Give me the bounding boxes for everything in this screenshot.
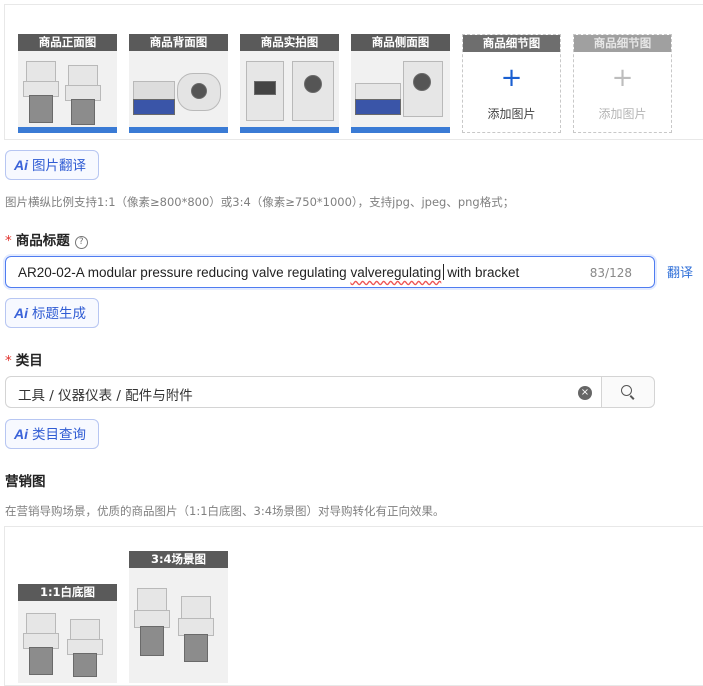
ai-title-generate-button[interactable]: Ai 标题生成 [5, 298, 99, 328]
ai-icon: Ai [14, 426, 28, 442]
image-slot-label: 1:1白底图 [18, 584, 117, 601]
ai-icon: Ai [14, 305, 28, 321]
ai-button-label: 标题生成 [32, 306, 86, 322]
product-photo [18, 51, 117, 133]
required-mark: * [5, 233, 12, 249]
image-slot-live[interactable]: 商品实拍图 [240, 34, 339, 133]
image-format-hint: 图片横纵比例支持1:1（像素≥800*800）或3:4（像素≥750*1000）… [5, 195, 515, 209]
title-input[interactable]: AR20-02-A modular pressure reducing valv… [5, 256, 655, 288]
image-slot-label: 商品背面图 [129, 34, 228, 51]
image-slot-label: 商品细节图 [463, 35, 560, 52]
image-slot-side[interactable]: 商品侧面图 [351, 34, 450, 133]
product-photo [18, 601, 117, 683]
add-image-text: 添加图片 [487, 107, 536, 121]
required-mark: * [5, 353, 12, 369]
title-input-value: AR20-02-A modular pressure reducing valv… [18, 264, 520, 280]
add-detail-image-button[interactable]: 商品细节图 + 添加图片 [462, 34, 561, 133]
ai-image-translate-button[interactable]: Ai 图片翻译 [5, 150, 99, 180]
marketing-label: 营销图 [5, 474, 46, 490]
marketing-slot-scene[interactable]: 3:4场景图 [129, 551, 228, 683]
image-slot-label: 商品正面图 [18, 34, 117, 51]
plus-icon: + [500, 63, 523, 93]
add-detail-image-button-disabled: 商品细节图 + 添加图片 [573, 34, 672, 133]
category-value: 工具 / 仪器仪表 / 配件与附件 [18, 388, 193, 404]
image-slot-label: 3:4场景图 [129, 551, 228, 568]
image-slot-front[interactable]: 商品正面图 [18, 34, 117, 133]
category-search-button[interactable] [601, 376, 655, 408]
product-photo [129, 568, 228, 683]
ai-button-label: 类目查询 [32, 427, 86, 443]
clear-icon[interactable]: × [578, 386, 592, 400]
category-label: 类目 [15, 353, 43, 369]
ai-button-label: 图片翻译 [32, 158, 86, 174]
ai-category-query-button[interactable]: Ai 类目查询 [5, 419, 99, 449]
title-label-row: * 商品标题? [5, 229, 88, 249]
marketing-images-panel: 1:1白底图 3:4场景图 [4, 526, 703, 686]
title-label: 商品标题 [15, 233, 70, 249]
add-image-text: 添加图片 [598, 107, 647, 121]
product-photo [351, 51, 450, 133]
product-photo [129, 51, 228, 133]
image-slot-back[interactable]: 商品背面图 [129, 34, 228, 133]
marketing-slot-white-bg[interactable]: 1:1白底图 [18, 584, 117, 683]
text-caret [443, 264, 445, 280]
product-images-panel: 商品正面图 商品背面图 商品实拍图 商品侧面图 商品细节图 + 添加图片 商品细… [4, 4, 703, 140]
image-slot-label: 商品侧面图 [351, 34, 450, 51]
category-label-row: * 类目 [5, 349, 43, 369]
image-slot-label: 商品细节图 [574, 35, 671, 52]
help-icon[interactable]: ? [74, 236, 88, 249]
plus-icon: + [611, 63, 634, 93]
character-count: 83/128 [589, 266, 632, 280]
product-photo [240, 51, 339, 133]
translate-link[interactable]: 翻译 [667, 262, 693, 281]
ai-icon: Ai [14, 157, 28, 173]
image-slot-label: 商品实拍图 [240, 34, 339, 51]
marketing-hint: 在营销导购场景，优质的商品图片（1:1白底图、3:4场景图）对导购转化有正向效果… [5, 504, 445, 518]
search-icon [621, 385, 632, 396]
category-input[interactable]: 工具 / 仪器仪表 / 配件与附件 × [5, 376, 602, 408]
